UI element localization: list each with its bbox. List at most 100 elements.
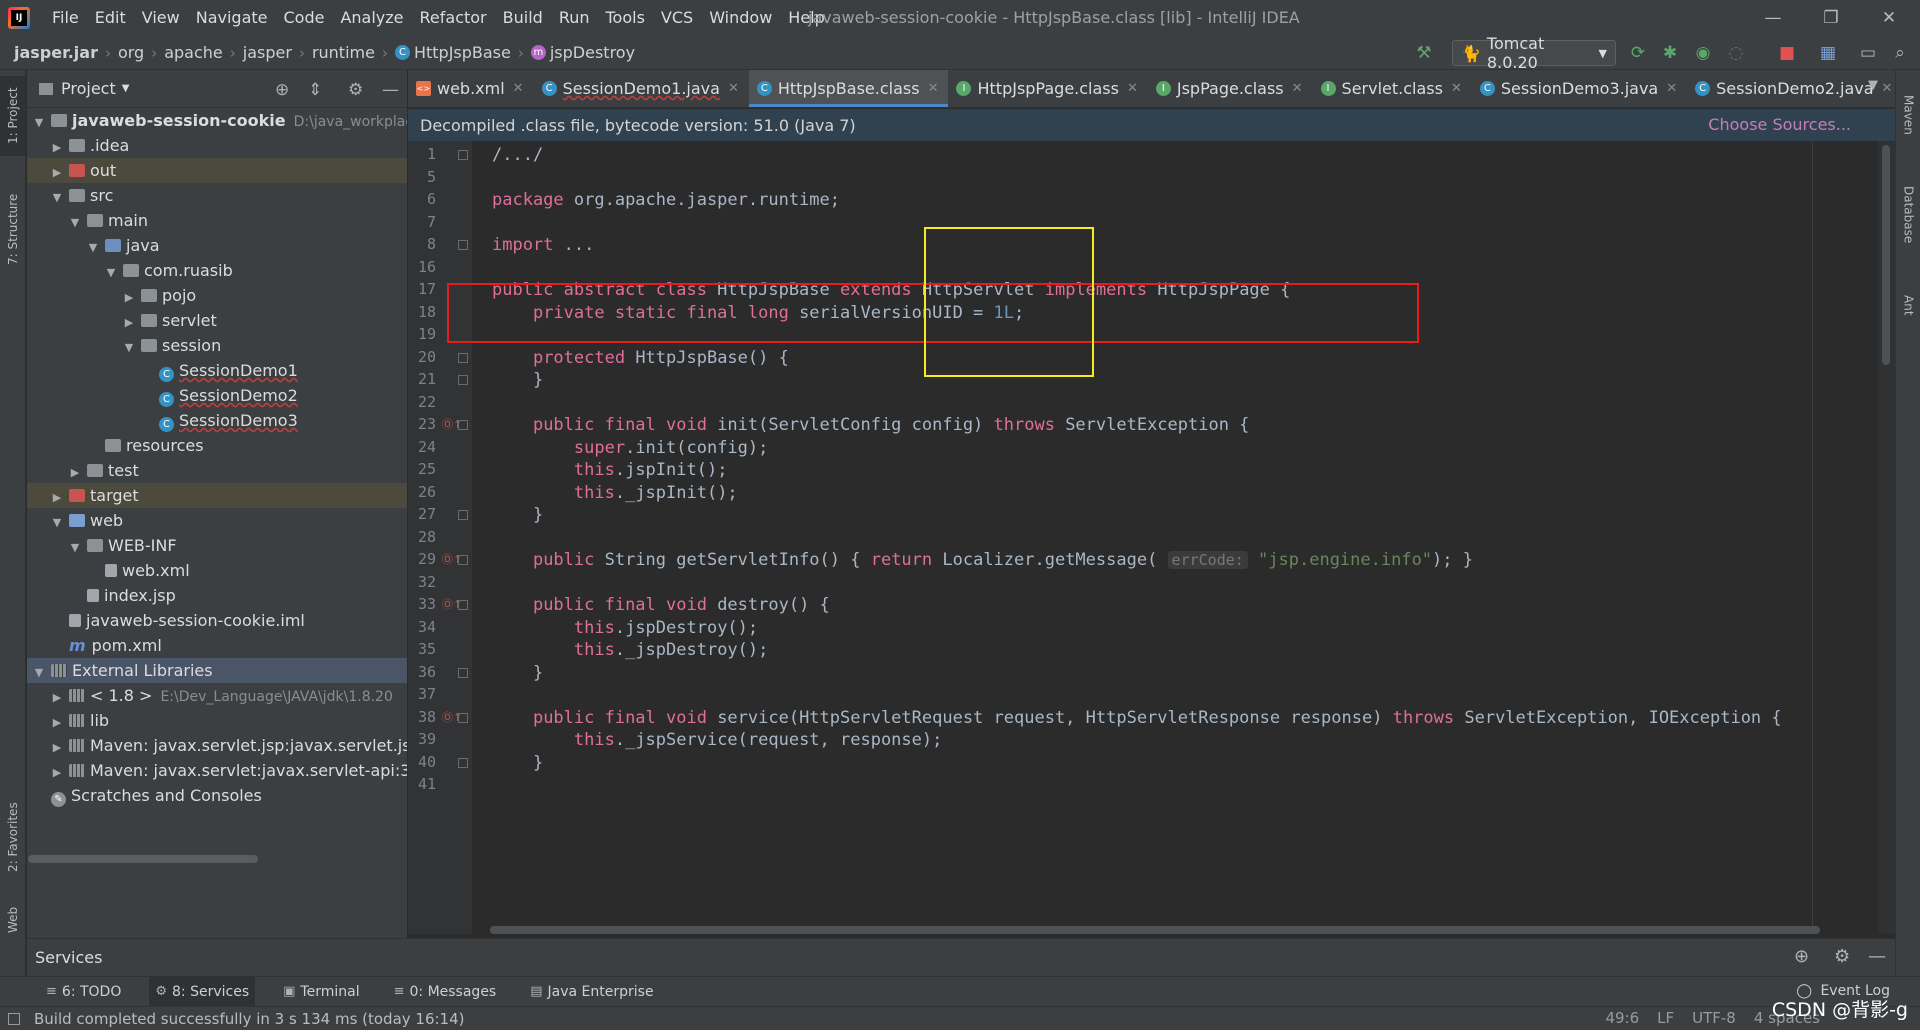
expand-down-icon[interactable]: ▼	[31, 660, 47, 683]
line-separator[interactable]: LF	[1657, 1006, 1674, 1030]
tab-maven[interactable]: Maven	[1896, 80, 1920, 150]
editor-tab[interactable]: C HttpJspBase.class ✕	[748, 70, 949, 107]
editor-tab[interactable]: I Servlet.class ✕	[1313, 70, 1472, 107]
tree-row[interactable]: ▶ target	[27, 483, 407, 508]
expand-right-icon[interactable]: ▶	[49, 135, 65, 158]
tab-ant[interactable]: Ant	[1896, 280, 1920, 330]
fold-icon[interactable]	[458, 555, 468, 565]
search-icon[interactable]: ⌕	[1890, 43, 1910, 63]
rerun-icon[interactable]: ⟳	[1628, 43, 1648, 63]
tree-row[interactable]: ▶ .idea	[27, 133, 407, 158]
menu-item-build[interactable]: Build	[495, 0, 551, 36]
editor-tab[interactable]: C SessionDemo1.java ✕	[534, 70, 749, 107]
menu-item-edit[interactable]: Edit	[87, 0, 134, 36]
breadcrumb-item[interactable]: runtime	[308, 43, 379, 62]
breadcrumb-item[interactable]: C HttpJspBase	[391, 43, 515, 62]
menu-item-vcs[interactable]: VCS	[653, 0, 701, 36]
expand-down-icon[interactable]: ▼	[85, 235, 101, 258]
tab-web[interactable]: Web	[0, 900, 26, 940]
tree-row[interactable]: ▼ WEB-INF	[27, 533, 407, 558]
close-icon[interactable]: ✕	[1451, 81, 1462, 96]
tree-row[interactable]: ▼ External Libraries	[27, 658, 407, 683]
fold-icon[interactable]	[458, 757, 468, 768]
tree-row[interactable]: ▼ src	[27, 183, 407, 208]
tree-row[interactable]: ▼ main	[27, 208, 407, 233]
profile-icon[interactable]: ◌	[1726, 43, 1746, 63]
tree-row[interactable]: javaweb-session-cookie.iml	[27, 608, 407, 633]
tool-tab[interactable]: ≡ 6: TODO	[40, 977, 127, 1007]
minimize-icon[interactable]: —	[1744, 0, 1802, 36]
project-horizontal-scrollbar[interactable]	[28, 855, 258, 863]
tool-tab[interactable]: ▣ Terminal	[277, 977, 365, 1007]
tree-row[interactable]: ▶ pojo	[27, 283, 407, 308]
tab-project[interactable]: 1: Project	[0, 76, 26, 156]
tree-row[interactable]: ▼ javaweb-session-cookie D:\java_workplace…	[27, 108, 407, 133]
locate-icon[interactable]: ⊕	[275, 80, 289, 100]
fold-icon[interactable]	[458, 510, 468, 520]
build-hammer-icon[interactable]: ⚒	[1414, 43, 1434, 63]
stop-icon[interactable]: ■	[1777, 43, 1797, 63]
run-coverage-icon[interactable]: ◉	[1693, 43, 1713, 63]
hide-icon[interactable]: —	[1868, 946, 1886, 967]
tree-row[interactable]: ▶ out	[27, 158, 407, 183]
tree-row[interactable]: ▼ web	[27, 508, 407, 533]
fold-icon[interactable]	[458, 600, 468, 610]
expand-right-icon[interactable]: ▶	[49, 485, 65, 508]
editor-tab[interactable]: <> web.xml ✕	[408, 70, 534, 107]
close-icon[interactable]: ✕	[1860, 0, 1918, 36]
tree-row[interactable]: ▼ java	[27, 233, 407, 258]
tree-row[interactable]: ▶ Maven: javax.servlet.jsp:javax.servlet.…	[27, 733, 407, 758]
editor-vertical-scrollbar[interactable]	[1878, 141, 1895, 934]
tree-row[interactable]: C SessionDemo2	[27, 383, 407, 408]
fold-icon[interactable]	[458, 712, 468, 723]
expand-right-icon[interactable]: ▶	[49, 710, 65, 733]
menu-item-analyze[interactable]: Analyze	[332, 0, 411, 36]
tree-row[interactable]: C SessionDemo3	[27, 408, 407, 433]
scroll-thumb[interactable]	[1882, 145, 1890, 365]
expand-down-icon[interactable]: ▼	[67, 535, 83, 558]
menu-item-tools[interactable]: Tools	[598, 0, 653, 36]
menu-item-code[interactable]: Code	[276, 0, 333, 36]
collapse-all-icon[interactable]: ⇕	[308, 80, 322, 100]
expand-down-icon[interactable]: ▼	[121, 335, 137, 358]
menu-item-navigate[interactable]: Navigate	[188, 0, 276, 36]
tool-tab[interactable]: ≡ 0: Messages	[388, 977, 503, 1007]
expand-down-icon[interactable]: ▼	[31, 110, 47, 133]
menu-item-view[interactable]: View	[134, 0, 188, 36]
restore-icon[interactable]: ❐	[1802, 0, 1860, 36]
expand-right-icon[interactable]: ▶	[121, 310, 137, 333]
expand-down-icon[interactable]: ▼	[49, 510, 65, 533]
file-encoding[interactable]: UTF-8	[1692, 1006, 1736, 1030]
code-editor[interactable]: 1 5 6 7 8 16 17 18 19 20 21 22 23 Ⓞ↑ 24 25 26 27 28 29 Ⓞ↑ 32 3…	[408, 141, 1878, 934]
menu-item-run[interactable]: Run	[551, 0, 598, 36]
fold-icon[interactable]	[458, 375, 468, 385]
fold-icon[interactable]	[458, 240, 468, 250]
close-icon[interactable]: ✕	[513, 81, 524, 96]
breadcrumb-item[interactable]: jasper.jar	[10, 43, 102, 62]
close-icon[interactable]: ✕	[1882, 81, 1893, 96]
tree-row[interactable]: ▶ lib	[27, 708, 407, 733]
expand-right-icon[interactable]: ▶	[49, 685, 65, 708]
tool-tab[interactable]: ⚙ 8: Services	[149, 976, 256, 1007]
tree-row[interactable]: m pom.xml	[27, 633, 407, 658]
editor-tab[interactable]: C SessionDemo3.java ✕	[1472, 70, 1687, 107]
editor-tab[interactable]: C SessionDemo2.java ✕	[1687, 70, 1895, 107]
close-icon[interactable]: ✕	[1292, 81, 1303, 96]
tree-row[interactable]: web.xml	[27, 558, 407, 583]
tree-row[interactable]: ▶ servlet	[27, 308, 407, 333]
choose-sources-link[interactable]: Choose Sources...	[1708, 109, 1851, 141]
tab-structure[interactable]: 7: Structure	[0, 184, 26, 274]
tab-database[interactable]: Database	[1896, 170, 1920, 260]
editor-tab[interactable]: I JspPage.class ✕	[1148, 70, 1313, 107]
close-icon[interactable]: ✕	[928, 81, 939, 96]
fold-icon[interactable]	[458, 352, 468, 363]
editor-tab[interactable]: I HttpJspPage.class ✕	[948, 70, 1147, 107]
expand-down-icon[interactable]: ▼	[103, 260, 119, 283]
run-configuration-select[interactable]: 🐈 Tomcat 8.0.20 ▼	[1452, 34, 1616, 72]
tree-row[interactable]: ✎ Scratches and Consoles	[27, 783, 407, 808]
tree-row[interactable]: ▼ com.ruasib	[27, 258, 407, 283]
expand-down-icon[interactable]: ▼	[67, 210, 83, 233]
fold-icon[interactable]	[458, 420, 468, 430]
tree-row[interactable]: ▶ Maven: javax.servlet:javax.servlet-api:…	[27, 758, 407, 783]
expand-right-icon[interactable]: ▶	[49, 735, 65, 758]
